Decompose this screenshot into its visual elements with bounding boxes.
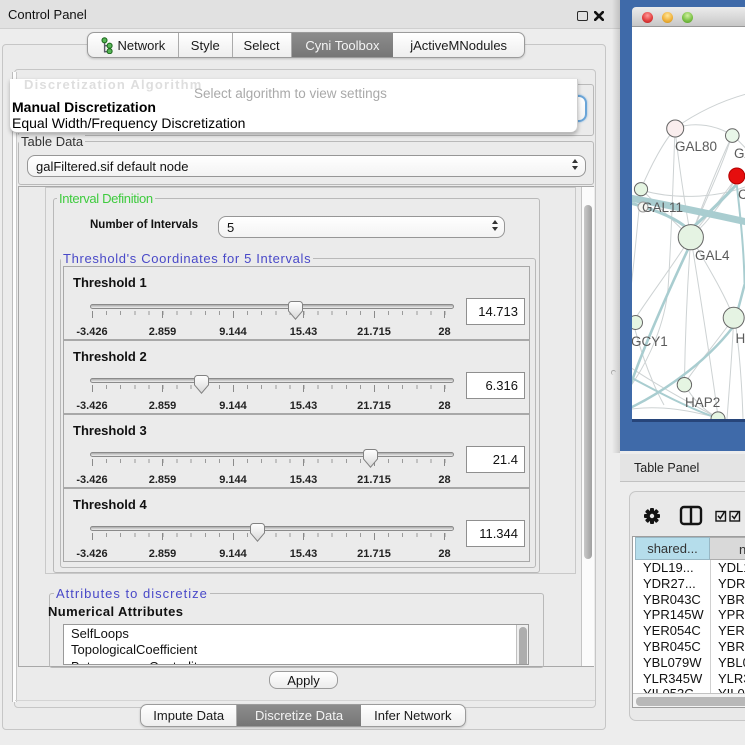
svg-text:HAP2: HAP2 [685, 395, 720, 410]
svg-text:C: C [738, 187, 745, 202]
svg-text:H: H [736, 331, 745, 346]
svg-text:GAL4: GAL4 [695, 248, 730, 263]
svg-text:GA: GA [734, 146, 745, 161]
svg-text:GCY1: GCY1 [632, 334, 668, 349]
svg-text:GAL11: GAL11 [642, 200, 683, 215]
svg-text:GAL80: GAL80 [675, 139, 717, 154]
